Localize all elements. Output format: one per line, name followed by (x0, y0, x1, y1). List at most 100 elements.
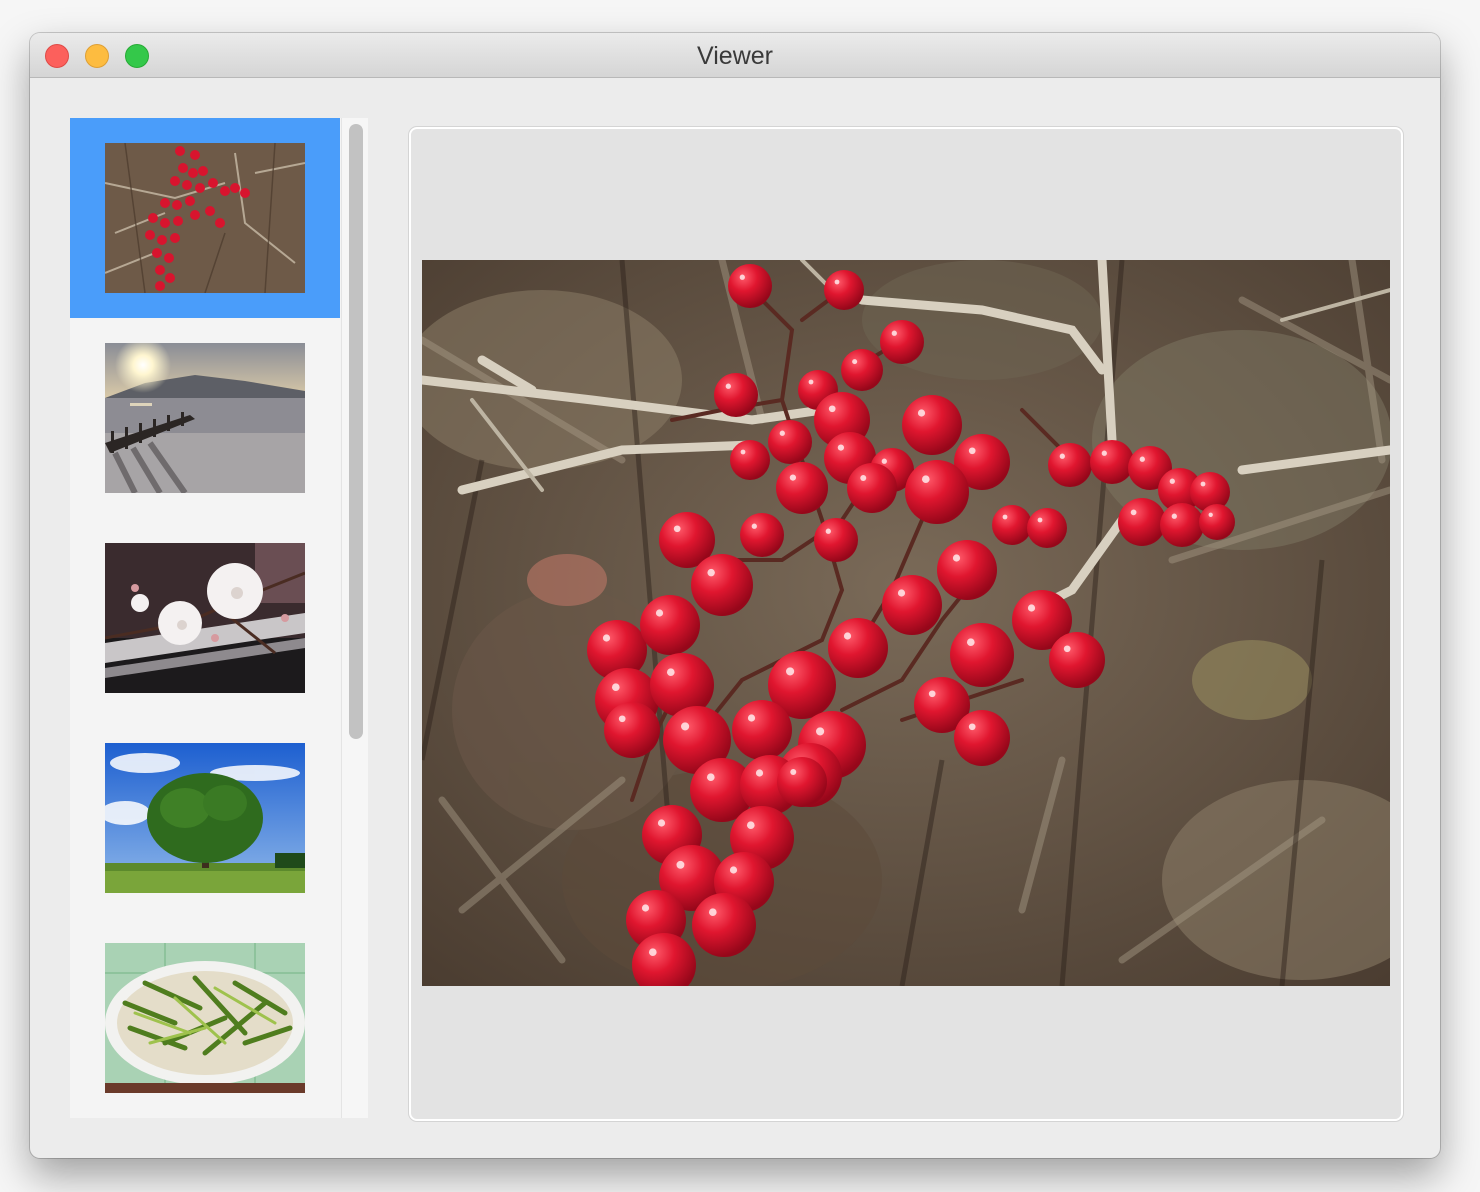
thumbnail-item-food[interactable] (70, 918, 340, 1118)
berry-highlight (1139, 456, 1145, 462)
berry (732, 700, 792, 760)
berry (1090, 440, 1134, 484)
thumbnail-item-tree[interactable] (70, 718, 340, 918)
berry-highlight (707, 568, 715, 577)
window-title: Viewer (697, 42, 773, 70)
berry-highlight (917, 409, 926, 417)
berry-highlight (1037, 517, 1043, 523)
berry (1118, 498, 1166, 546)
thumbnail-item-blossoms[interactable] (70, 518, 340, 718)
berry (1049, 632, 1105, 688)
berry (950, 623, 1014, 687)
thumbnail-item-berries[interactable] (70, 118, 340, 318)
berry (777, 757, 827, 807)
berry-highlight (952, 554, 961, 562)
berry (691, 554, 753, 616)
berry-highlight (921, 475, 930, 484)
berry-highlight (740, 449, 746, 455)
berry (954, 710, 1010, 766)
berry (768, 420, 812, 464)
sidebar-scrollbar[interactable] (341, 118, 368, 1118)
berry-highlight (618, 715, 626, 723)
berry (937, 540, 997, 600)
berry (1027, 508, 1067, 548)
viewer-window: Viewer (30, 33, 1440, 1158)
berry (992, 505, 1032, 545)
red-berries-main-image[interactable] (422, 260, 1390, 986)
berry-highlight (891, 330, 897, 336)
berry-highlight (837, 444, 845, 451)
berry-highlight (852, 359, 858, 365)
berry-highlight (746, 821, 755, 830)
berry (880, 320, 924, 364)
berry (824, 270, 864, 310)
berry-highlight (729, 866, 738, 874)
berry-highlight (789, 474, 797, 481)
berry-highlight (755, 769, 764, 777)
thumbnail-list (70, 118, 340, 1118)
berry-highlight (602, 634, 611, 642)
berry-highlight (681, 722, 690, 731)
berry-highlight (828, 405, 836, 413)
berry-highlight (751, 523, 757, 529)
berry-highlight (1059, 453, 1065, 459)
scrollbar-thumb[interactable] (349, 124, 363, 739)
berry-highlight (825, 528, 831, 534)
berry-highlight (706, 773, 715, 782)
berry (604, 702, 660, 758)
berry-highlight (843, 632, 852, 640)
berry (814, 518, 858, 562)
berry-highlight (808, 379, 814, 385)
berry-highlight (968, 723, 976, 731)
berry-highlight (1130, 509, 1137, 516)
berry-highlight (881, 458, 887, 464)
berry (847, 463, 897, 513)
title-bar[interactable]: Viewer (30, 33, 1440, 78)
berry (692, 893, 756, 957)
berry (740, 513, 784, 557)
berry-highlight (966, 638, 975, 647)
berry-highlight (860, 475, 867, 481)
berry-highlight (611, 683, 620, 692)
berry-highlight (1171, 513, 1177, 519)
berry (730, 440, 770, 480)
berry-highlight (747, 714, 756, 722)
berry (1048, 443, 1092, 487)
berry-highlight (1208, 512, 1213, 517)
berry (728, 264, 772, 308)
berry-highlight (968, 447, 976, 455)
berry-highlight (708, 908, 717, 917)
white-blossoms-thumbnail (105, 543, 305, 693)
vegetable-plate-thumbnail (105, 943, 305, 1093)
berry (905, 460, 969, 524)
red-berries-thumbnail (105, 143, 305, 293)
berry-highlight (648, 948, 657, 957)
berry (828, 618, 888, 678)
green-tree-thumbnail (105, 743, 305, 893)
berry-highlight (657, 819, 666, 827)
berry (902, 395, 962, 455)
berry-highlight (816, 727, 825, 736)
berry-highlight (897, 589, 906, 597)
berry-highlight (1200, 481, 1206, 487)
berry (1199, 504, 1235, 540)
thumbnail-sidebar (70, 118, 368, 1118)
berry-highlight (779, 430, 785, 436)
berry (640, 595, 700, 655)
thumbnail-item-sunset[interactable] (70, 318, 340, 518)
image-viewer-frame (409, 127, 1403, 1121)
berry-highlight (928, 690, 936, 698)
berry-highlight (739, 274, 745, 280)
berry-highlight (1063, 645, 1071, 653)
berry-highlight (676, 860, 685, 869)
berry-highlight (834, 279, 840, 285)
berry (714, 373, 758, 417)
berry (882, 575, 942, 635)
berry-highlight (790, 769, 797, 775)
berry-highlight (673, 525, 681, 533)
berry (776, 462, 828, 514)
berry-highlight (641, 904, 650, 912)
berry-highlight (655, 609, 664, 617)
berry-highlight (666, 668, 675, 677)
berry-highlight (1101, 450, 1107, 456)
